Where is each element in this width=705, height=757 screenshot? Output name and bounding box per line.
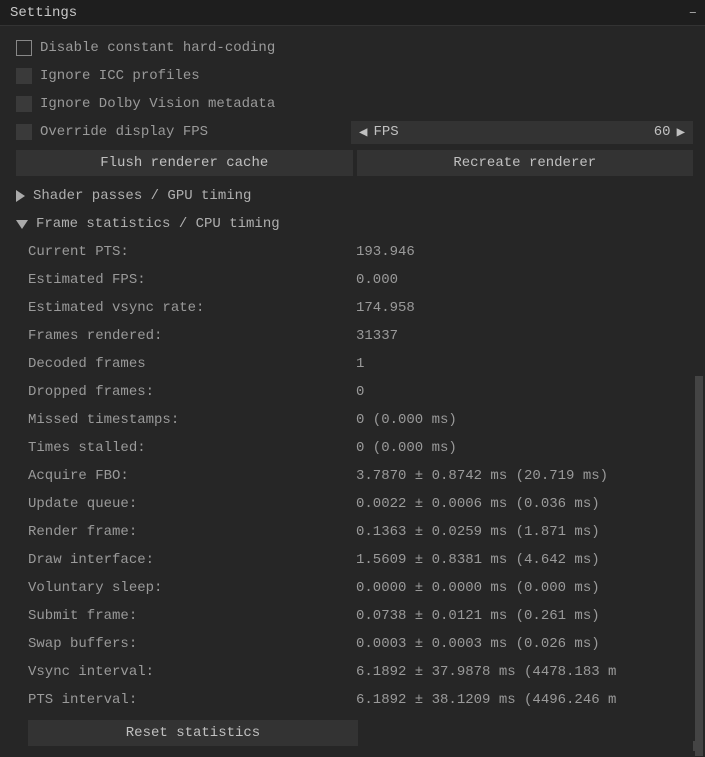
- stat-value: 0.0003 ± 0.0003 ms (0.026 ms): [356, 636, 600, 652]
- checkbox-row-ignore-dolby[interactable]: Ignore Dolby Vision metadata: [16, 90, 693, 118]
- titlebar: Settings –: [0, 0, 705, 26]
- stat-label: Decoded frames: [28, 356, 356, 372]
- recreate-renderer-button[interactable]: Recreate renderer: [357, 150, 694, 176]
- stat-label: Estimated FPS:: [28, 272, 356, 288]
- settings-window: Settings – Disable constant hard-coding …: [0, 0, 705, 757]
- stat-row: Decoded frames1: [28, 350, 693, 378]
- triangle-right-icon: [16, 190, 25, 202]
- stat-value: 0.0738 ± 0.0121 ms (0.261 ms): [356, 608, 600, 624]
- stat-row: Voluntary sleep:0.0000 ± 0.0000 ms (0.00…: [28, 574, 693, 602]
- checkbox-label: Ignore ICC profiles: [40, 68, 200, 84]
- stat-label: Voluntary sleep:: [28, 580, 356, 596]
- stat-label: Frames rendered:: [28, 328, 356, 344]
- section-frame-statistics[interactable]: Frame statistics / CPU timing: [16, 210, 693, 238]
- stat-value: 0.000: [356, 272, 398, 288]
- section-label: Shader passes / GPU timing: [33, 188, 251, 204]
- stat-value: 31337: [356, 328, 398, 344]
- checkbox-row-disable-hardcoding[interactable]: Disable constant hard-coding: [16, 34, 693, 62]
- stat-label: Draw interface:: [28, 552, 356, 568]
- stat-value: 0.0022 ± 0.0006 ms (0.036 ms): [356, 496, 600, 512]
- stats-list: Current PTS:193.946Estimated FPS:0.000Es…: [16, 238, 693, 714]
- section-label: Frame statistics / CPU timing: [36, 216, 280, 232]
- content-area: Disable constant hard-coding Ignore ICC …: [0, 26, 705, 757]
- stat-row: Submit frame:0.0738 ± 0.0121 ms (0.261 m…: [28, 602, 693, 630]
- stat-row: Swap buffers:0.0003 ± 0.0003 ms (0.026 m…: [28, 630, 693, 658]
- minimize-button[interactable]: –: [689, 5, 695, 21]
- stat-value: 0 (0.000 ms): [356, 412, 457, 428]
- arrow-left-icon[interactable]: ◀: [359, 124, 367, 141]
- checkbox-icon[interactable]: [16, 124, 32, 140]
- stat-row: Draw interface:1.5609 ± 0.8381 ms (4.642…: [28, 546, 693, 574]
- triangle-down-icon: [16, 220, 28, 229]
- stat-label: Update queue:: [28, 496, 356, 512]
- stat-row: Current PTS:193.946: [28, 238, 693, 266]
- checkbox-label: Disable constant hard-coding: [40, 40, 275, 56]
- stat-label: Render frame:: [28, 524, 356, 540]
- checkbox-label: Ignore Dolby Vision metadata: [40, 96, 275, 112]
- resize-handle[interactable]: [693, 741, 703, 751]
- fps-value: 60: [654, 124, 671, 140]
- flush-renderer-cache-button[interactable]: Flush renderer cache: [16, 150, 353, 176]
- stat-row: Times stalled:0 (0.000 ms): [28, 434, 693, 462]
- stat-value: 1: [356, 356, 364, 372]
- section-shader-passes[interactable]: Shader passes / GPU timing: [16, 182, 693, 210]
- stat-label: Acquire FBO:: [28, 468, 356, 484]
- stat-row: Estimated vsync rate:174.958: [28, 294, 693, 322]
- stat-value: 174.958: [356, 300, 415, 316]
- stat-row: Acquire FBO:3.7870 ± 0.8742 ms (20.719 m…: [28, 462, 693, 490]
- scrollbar-vertical[interactable]: [695, 376, 703, 756]
- stat-value: 0 (0.000 ms): [356, 440, 457, 456]
- stat-label: Times stalled:: [28, 440, 356, 456]
- stat-row: Vsync interval:6.1892 ± 37.9878 ms (4478…: [28, 658, 693, 686]
- stat-row: Estimated FPS:0.000: [28, 266, 693, 294]
- stat-row: Frames rendered:31337: [28, 322, 693, 350]
- stat-value: 0.0000 ± 0.0000 ms (0.000 ms): [356, 580, 600, 596]
- stat-label: Vsync interval:: [28, 664, 356, 680]
- stat-label: PTS interval:: [28, 692, 356, 708]
- override-fps-row: Override display FPS ◀ FPS 60 ▶: [16, 118, 693, 146]
- stat-label: Swap buffers:: [28, 636, 356, 652]
- stat-row: Render frame:0.1363 ± 0.0259 ms (1.871 m…: [28, 518, 693, 546]
- button-row: Flush renderer cache Recreate renderer: [16, 150, 693, 176]
- stat-label: Missed timestamps:: [28, 412, 356, 428]
- fps-spinner[interactable]: ◀ FPS 60 ▶: [351, 121, 693, 144]
- stat-label: Current PTS:: [28, 244, 356, 260]
- stat-value: 1.5609 ± 0.8381 ms (4.642 ms): [356, 552, 600, 568]
- arrow-right-icon[interactable]: ▶: [677, 124, 685, 141]
- stat-row: Update queue:0.0022 ± 0.0006 ms (0.036 m…: [28, 490, 693, 518]
- stat-row: Missed timestamps:0 (0.000 ms): [28, 406, 693, 434]
- stat-label: Dropped frames:: [28, 384, 356, 400]
- checkbox-row-ignore-icc[interactable]: Ignore ICC profiles: [16, 62, 693, 90]
- window-title: Settings: [10, 5, 77, 21]
- checkbox-icon[interactable]: [16, 40, 32, 56]
- stat-value: 0: [356, 384, 364, 400]
- fps-name: FPS: [373, 124, 653, 140]
- stat-value: 0.1363 ± 0.0259 ms (1.871 ms): [356, 524, 600, 540]
- stat-row: Dropped frames:0: [28, 378, 693, 406]
- checkbox-icon[interactable]: [16, 68, 32, 84]
- stat-row: PTS interval:6.1892 ± 38.1209 ms (4496.2…: [28, 686, 693, 714]
- checkbox-row-override-fps[interactable]: Override display FPS: [16, 124, 351, 140]
- stat-value: 193.946: [356, 244, 415, 260]
- stat-value: 6.1892 ± 38.1209 ms (4496.246 m: [356, 692, 616, 708]
- stat-label: Estimated vsync rate:: [28, 300, 356, 316]
- stat-label: Submit frame:: [28, 608, 356, 624]
- stat-value: 6.1892 ± 37.9878 ms (4478.183 m: [356, 664, 616, 680]
- checkbox-label: Override display FPS: [40, 124, 208, 140]
- stat-value: 3.7870 ± 0.8742 ms (20.719 ms): [356, 468, 608, 484]
- checkbox-icon[interactable]: [16, 96, 32, 112]
- reset-statistics-button[interactable]: Reset statistics: [28, 720, 358, 746]
